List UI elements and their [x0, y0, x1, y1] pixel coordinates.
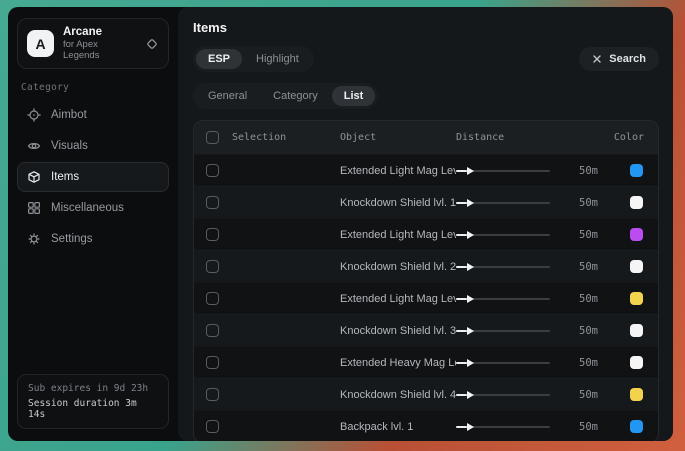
tab-list[interactable]: List: [332, 86, 376, 106]
distance-value: 50m: [556, 229, 600, 241]
table-row: Extended Heavy Mag Level 1 50m: [194, 346, 658, 378]
select-all-checkbox[interactable]: [206, 131, 219, 144]
row-checkbox[interactable]: [206, 260, 219, 273]
crosshair-icon: [27, 108, 41, 122]
sidebar-nav: Aimbot Visuals Items Miscellaneous Setti…: [17, 100, 169, 254]
row-checkbox[interactable]: [206, 164, 219, 177]
column-header-distance: Distance: [456, 132, 556, 143]
distance-slider[interactable]: [456, 422, 550, 432]
session-duration-text: Session duration 3m 14s: [28, 398, 158, 420]
object-label: Extended Light Mag Level 2: [338, 165, 456, 177]
sidebar-item-miscellaneous[interactable]: Miscellaneous: [17, 193, 169, 223]
items-table: Selection Object Distance Color Extended…: [193, 120, 659, 441]
distance-slider[interactable]: [456, 390, 550, 400]
app-subtitle: for Apex Legends: [63, 39, 136, 61]
object-label: Backpack lvl. 1: [338, 421, 456, 433]
sidebar-item-settings[interactable]: Settings: [17, 224, 169, 254]
object-label: Knockdown Shield lvl. 4: [338, 389, 456, 401]
color-swatch[interactable]: [630, 420, 643, 433]
page-title: Items: [193, 20, 659, 35]
row-checkbox[interactable]: [206, 324, 219, 337]
search-label: Search: [609, 53, 646, 65]
mode-tabs: ESPHighlight: [193, 46, 314, 72]
x-icon: [592, 54, 602, 64]
object-label: Extended Light Mag Level 3: [338, 229, 456, 241]
color-swatch[interactable]: [630, 324, 643, 337]
layout-grid-icon: [27, 201, 41, 215]
table-row: Knockdown Shield lvl. 2 50m: [194, 250, 658, 282]
tab-general[interactable]: General: [196, 86, 259, 106]
distance-value: 50m: [556, 357, 600, 369]
gear-icon: [27, 232, 41, 246]
distance-slider[interactable]: [456, 262, 550, 272]
app-logo: A: [27, 30, 54, 57]
table-row: Extended Light Mag Level 2 50m: [194, 154, 658, 186]
row-checkbox[interactable]: [206, 388, 219, 401]
table-body: Extended Light Mag Level 2 50m Knockdown…: [194, 154, 658, 441]
row-checkbox[interactable]: [206, 356, 219, 369]
brand-card: A Arcane for Apex Legends: [17, 18, 169, 69]
color-swatch[interactable]: [630, 260, 643, 273]
sidebar-item-items[interactable]: Items: [17, 162, 169, 192]
diamond-icon[interactable]: [145, 37, 159, 51]
distance-value: 50m: [556, 197, 600, 209]
table-row: Backpack lvl. 1 50m: [194, 410, 658, 441]
color-swatch[interactable]: [630, 356, 643, 369]
column-header-color: Color: [600, 132, 650, 143]
table-row: Extended Light Mag Level 3 50m: [194, 218, 658, 250]
tab-highlight[interactable]: Highlight: [244, 49, 311, 69]
column-header-selection: Selection: [232, 132, 338, 143]
distance-value: 50m: [556, 389, 600, 401]
row-checkbox[interactable]: [206, 420, 219, 433]
tab-esp[interactable]: ESP: [196, 49, 242, 69]
distance-slider[interactable]: [456, 198, 550, 208]
distance-slider[interactable]: [456, 294, 550, 304]
row-checkbox[interactable]: [206, 292, 219, 305]
color-swatch[interactable]: [630, 196, 643, 209]
subscription-info-card: Sub expires in 9d 23h Session duration 3…: [17, 374, 169, 429]
tab-category[interactable]: Category: [261, 86, 330, 106]
distance-value: 50m: [556, 165, 600, 177]
package-icon: [27, 170, 41, 184]
distance-slider[interactable]: [456, 326, 550, 336]
table-row: Extended Light Mag Level 4 50m: [194, 282, 658, 314]
distance-slider[interactable]: [456, 230, 550, 240]
object-label: Knockdown Shield lvl. 1: [338, 197, 456, 209]
table-row: Knockdown Shield lvl. 1 50m: [194, 186, 658, 218]
distance-slider[interactable]: [456, 166, 550, 176]
search-button[interactable]: Search: [579, 47, 659, 71]
color-swatch[interactable]: [630, 228, 643, 241]
distance-value: 50m: [556, 421, 600, 433]
table-header: Selection Object Distance Color: [194, 121, 658, 154]
object-label: Extended Light Mag Level 4: [338, 293, 456, 305]
distance-slider[interactable]: [456, 358, 550, 368]
sub-expiry-text: Sub expires in 9d 23h: [28, 383, 158, 394]
sidebar: A Arcane for Apex Legends Category Aimbo…: [8, 7, 178, 441]
object-label: Knockdown Shield lvl. 2: [338, 261, 456, 273]
sidebar-item-visuals[interactable]: Visuals: [17, 131, 169, 161]
row-checkbox[interactable]: [206, 196, 219, 209]
distance-value: 50m: [556, 325, 600, 337]
table-row: Knockdown Shield lvl. 4 50m: [194, 378, 658, 410]
column-header-object: Object: [338, 132, 456, 143]
sidebar-item-aimbot[interactable]: Aimbot: [17, 100, 169, 130]
view-tabs: GeneralCategoryList: [193, 83, 378, 109]
color-swatch[interactable]: [630, 292, 643, 305]
eye-icon: [27, 139, 41, 153]
table-row: Knockdown Shield lvl. 3 50m: [194, 314, 658, 346]
row-checkbox[interactable]: [206, 228, 219, 241]
main-panel: Items ESPHighlight Search GeneralCategor…: [178, 7, 673, 441]
color-swatch[interactable]: [630, 164, 643, 177]
app-window: A Arcane for Apex Legends Category Aimbo…: [8, 7, 673, 441]
object-label: Knockdown Shield lvl. 3: [338, 325, 456, 337]
distance-value: 50m: [556, 293, 600, 305]
distance-value: 50m: [556, 261, 600, 273]
sidebar-section-label: Category: [21, 82, 169, 93]
color-swatch[interactable]: [630, 388, 643, 401]
app-name: Arcane: [63, 26, 136, 38]
object-label: Extended Heavy Mag Level 1: [338, 357, 456, 369]
